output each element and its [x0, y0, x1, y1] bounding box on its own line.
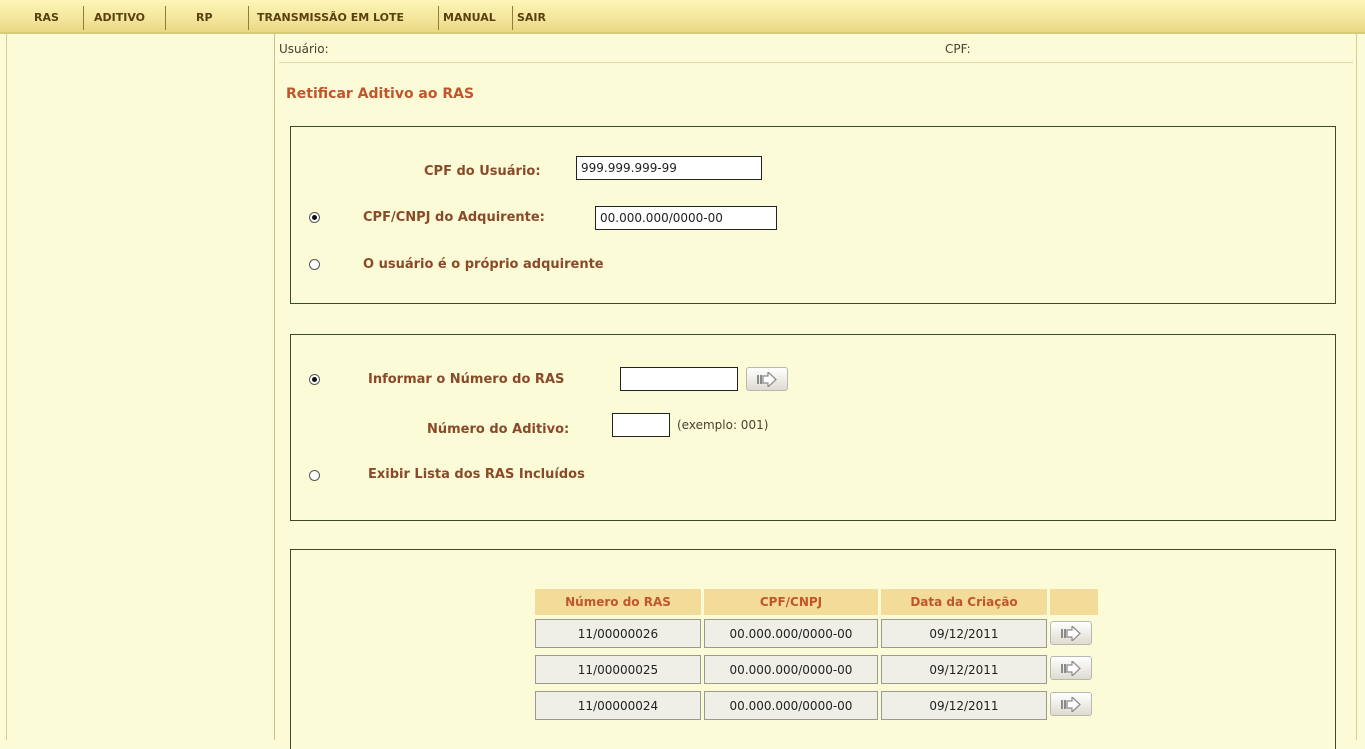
row-select-button[interactable]: [1050, 621, 1092, 645]
table-cell-cpf-cnpj: 00.000.000/0000-00: [704, 655, 878, 684]
proprio-adquirente-label: O usuário é o próprio adquirente: [363, 257, 604, 272]
arrow-right-icon: [757, 372, 777, 387]
menu-separator: [165, 6, 166, 30]
numero-aditivo-label: Número do Aditivo:: [427, 422, 570, 437]
table-header-action: [1050, 589, 1098, 615]
exibir-lista-ras-label: Exibir Lista dos RAS Incluídos: [368, 467, 585, 482]
menu-aditivo[interactable]: ADITIVO: [94, 6, 145, 30]
informar-numero-ras-label: Informar o Número do RAS: [368, 372, 565, 387]
go-button[interactable]: [746, 367, 788, 391]
table-cell-data-criacao: 09/12/2011: [881, 655, 1047, 684]
user-label: Usuário:: [279, 42, 329, 56]
arrow-right-icon: [1061, 697, 1081, 712]
table-cell-cpf-cnpj: 00.000.000/0000-00: [704, 691, 878, 720]
sidebar-divider: [274, 34, 275, 740]
page-border-left: [6, 34, 7, 740]
table-cell-numero-ras: 11/00000024: [535, 691, 701, 720]
cpf-cnpj-adquirente-radio[interactable]: [309, 212, 320, 223]
menu-separator: [438, 6, 439, 30]
cpf-cnpj-adquirente-input[interactable]: [595, 206, 777, 230]
menu-ras[interactable]: RAS: [34, 6, 59, 30]
table-header-data-criacao: Data da Criação: [881, 589, 1047, 615]
menu-sair[interactable]: SAIR: [517, 6, 546, 30]
cpf-cnpj-adquirente-label: CPF/CNPJ do Adquirente:: [363, 210, 545, 225]
arrow-right-icon: [1061, 661, 1081, 676]
numero-aditivo-input[interactable]: [612, 413, 670, 437]
cpf-usuario-label: CPF do Usuário:: [424, 164, 541, 179]
menu-separator: [512, 6, 513, 30]
cpf-label: CPF:: [945, 42, 971, 56]
table-cell-data-criacao: 09/12/2011: [881, 619, 1047, 648]
row-select-button[interactable]: [1050, 656, 1092, 680]
menu-separator: [248, 6, 249, 30]
aditivo-example-hint: (exemplo: 001): [677, 418, 769, 432]
table-header-numero-ras: Número do RAS: [535, 589, 701, 615]
menu-manual[interactable]: MANUAL: [443, 6, 496, 30]
header-divider: [279, 62, 1353, 63]
menu-separator: [83, 6, 84, 30]
top-menu-bar: RAS ADITIVO RP TRANSMISSÃO EM LOTE MANUA…: [0, 0, 1365, 34]
cpf-usuario-input[interactable]: [576, 156, 762, 180]
table-cell-numero-ras: 11/00000025: [535, 655, 701, 684]
arrow-right-icon: [1061, 626, 1081, 641]
table-cell-numero-ras: 11/00000026: [535, 619, 701, 648]
informar-numero-ras-radio[interactable]: [309, 374, 320, 385]
proprio-adquirente-radio[interactable]: [309, 259, 320, 270]
table-header-cpf-cnpj: CPF/CNPJ: [704, 589, 878, 615]
table-cell-data-criacao: 09/12/2011: [881, 691, 1047, 720]
page-title: Retificar Aditivo ao RAS: [286, 86, 475, 102]
page-border-right: [1356, 34, 1357, 740]
row-select-button[interactable]: [1050, 692, 1092, 716]
numero-ras-input[interactable]: [620, 367, 738, 391]
menu-transmissao-em-lote[interactable]: TRANSMISSÃO EM LOTE: [257, 6, 404, 30]
table-cell-cpf-cnpj: 00.000.000/0000-00: [704, 619, 878, 648]
menu-rp[interactable]: RP: [196, 6, 213, 30]
exibir-lista-ras-radio[interactable]: [309, 470, 320, 481]
